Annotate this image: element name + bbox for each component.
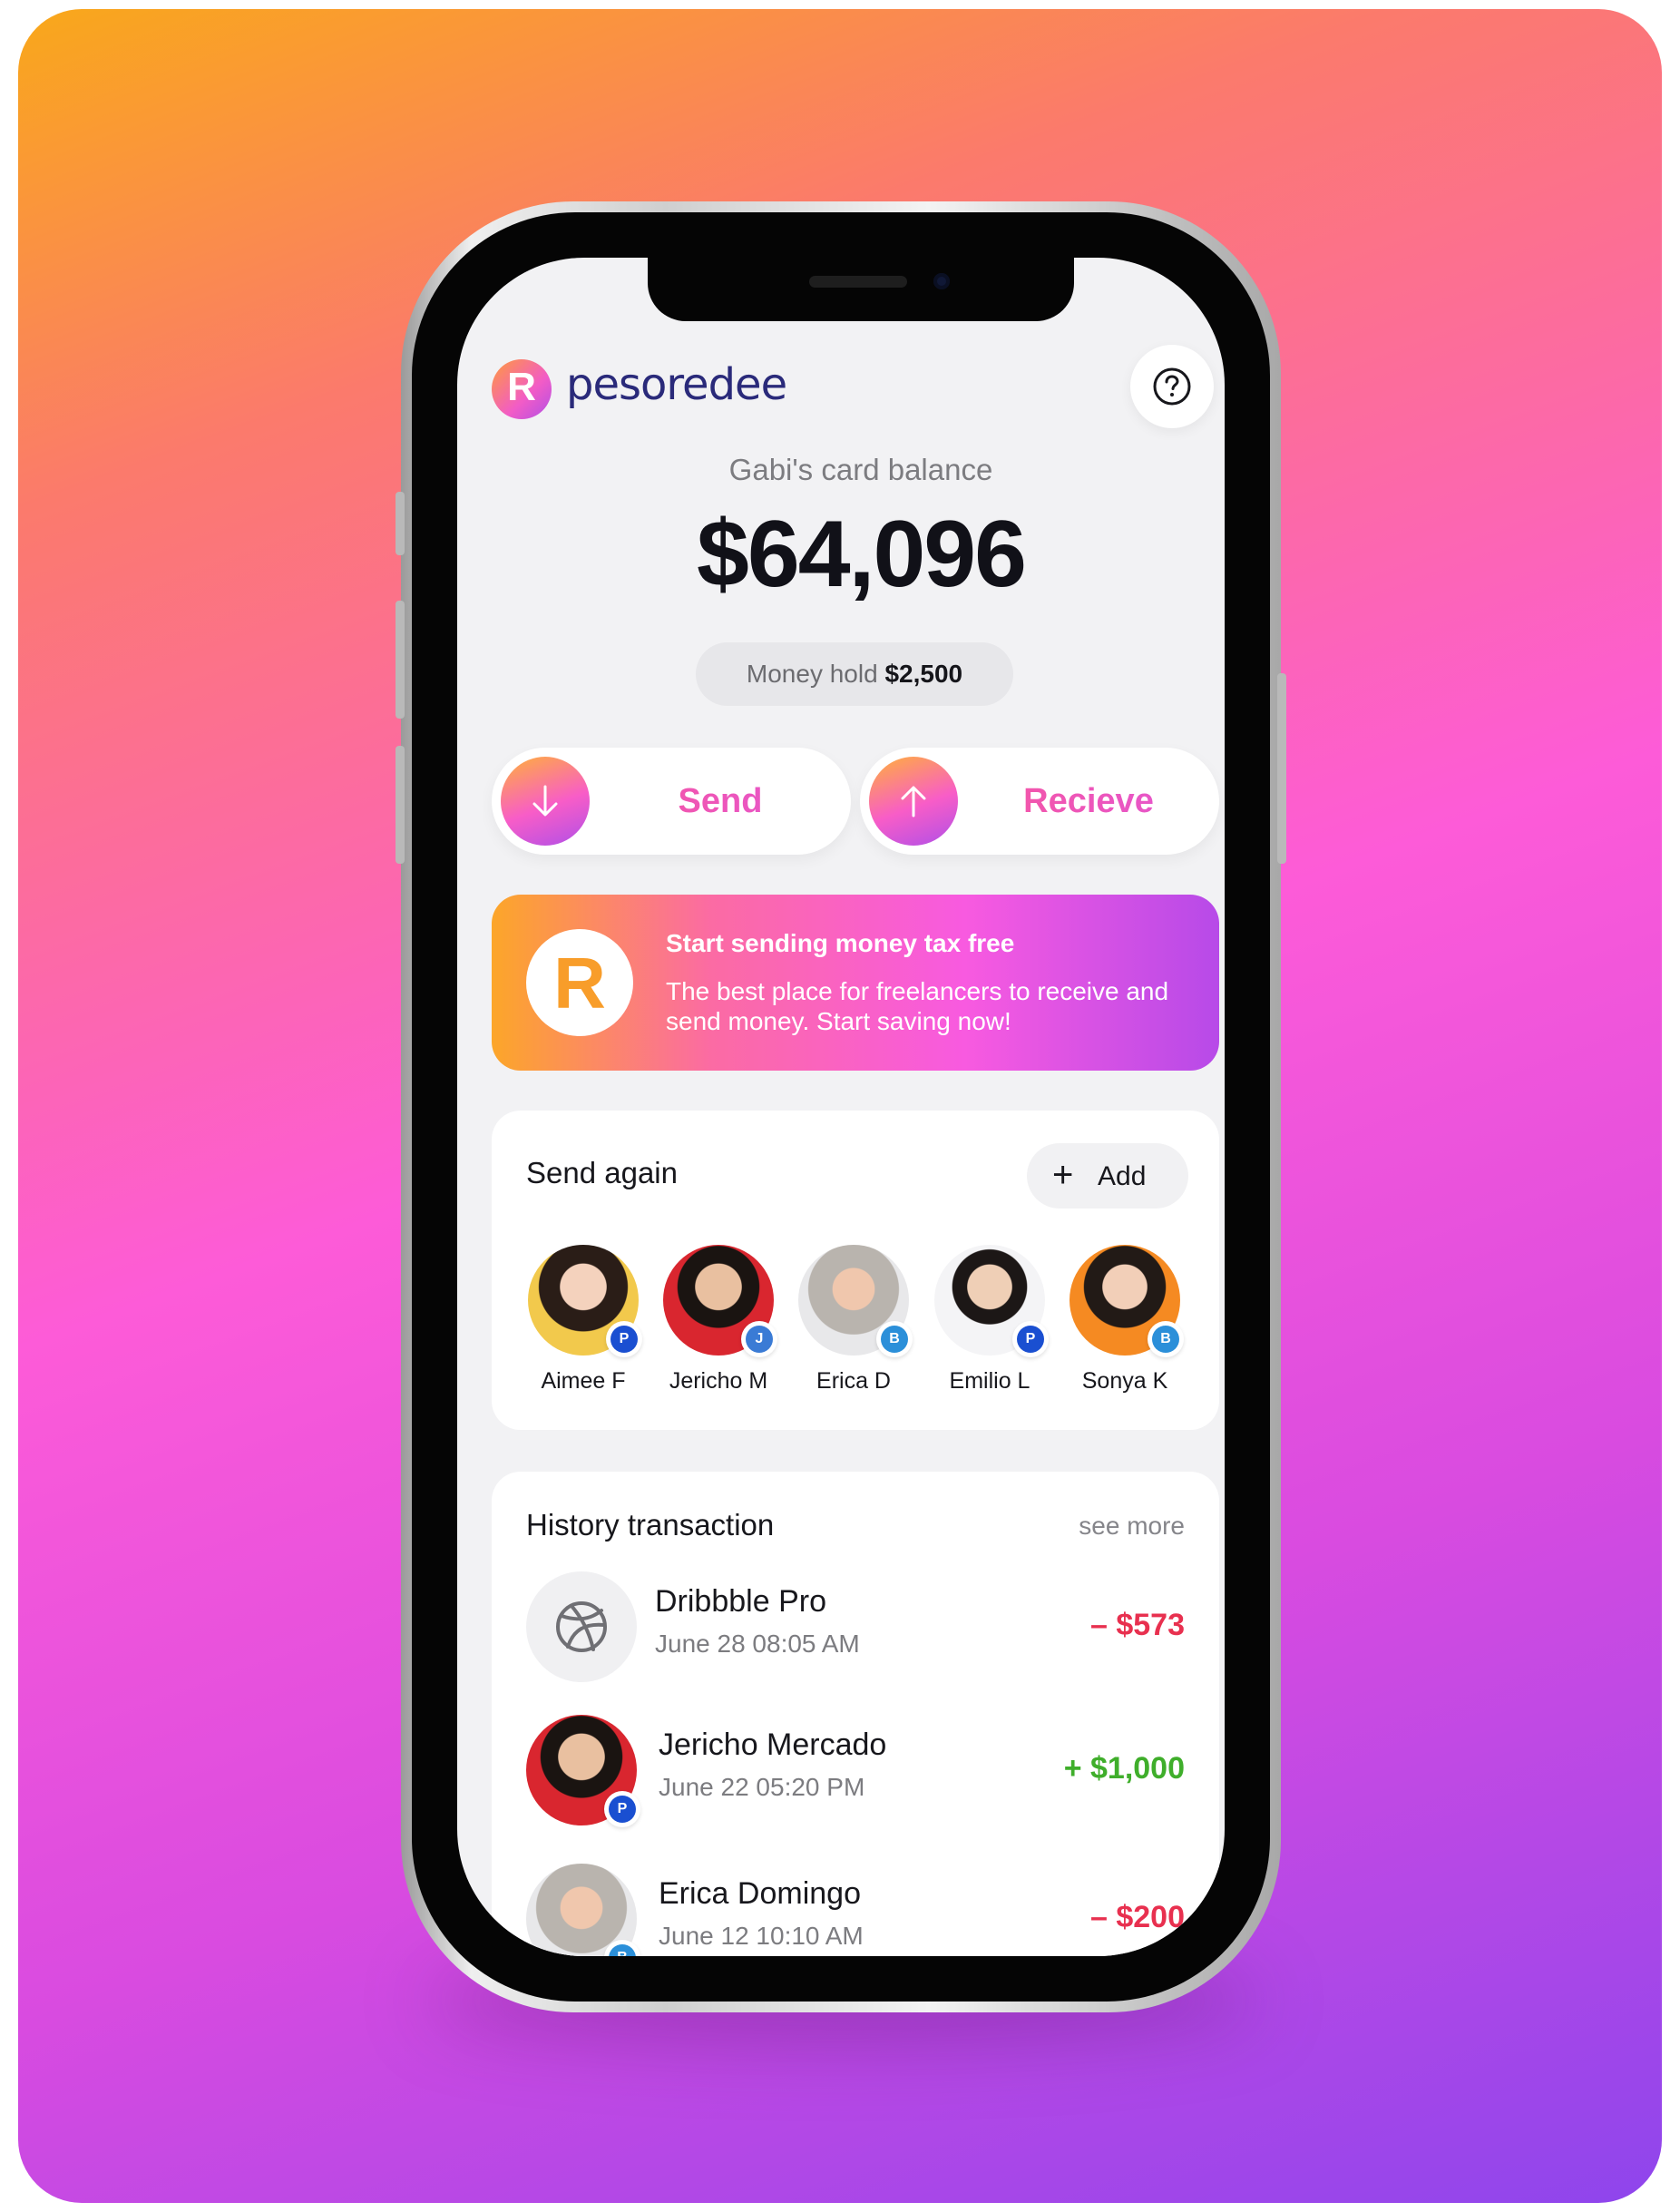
bank-icon: B (1148, 1321, 1184, 1357)
question-circle-icon (1153, 367, 1191, 406)
brand-name: pesoredee (566, 359, 787, 410)
contact-name: Jericho M (669, 1368, 768, 1394)
power-button (1277, 673, 1286, 864)
transaction-date: June 22 05:20 PM (659, 1773, 865, 1801)
transaction-row[interactable]: P Jericho Mercado June 22 05:20 PM + $1,… (526, 1715, 1185, 1833)
see-more-link[interactable]: see more (1079, 1512, 1185, 1541)
transaction-title: Erica Domingo (659, 1876, 861, 1911)
avatar: B (798, 1245, 913, 1357)
money-hold-pill: Money hold $2,500 (696, 642, 1013, 706)
avatar: P (934, 1245, 1049, 1357)
history-title: History transaction (526, 1508, 775, 1542)
send-circle (501, 757, 590, 846)
send-label: Send (590, 748, 851, 855)
dribbble-icon (526, 1571, 637, 1682)
contact-name: Aimee F (541, 1368, 626, 1394)
transaction-row[interactable]: B Erica Domingo June 12 10:10 AM – $200 (526, 1864, 1185, 1956)
contact-sonya[interactable]: B Sonya K (1057, 1245, 1193, 1395)
send-button[interactable]: Send (492, 748, 851, 855)
volume-up-button (396, 601, 405, 719)
transaction-date: June 28 08:05 AM (655, 1630, 860, 1658)
volume-down-button (396, 746, 405, 864)
paypal-icon: P (606, 1321, 642, 1357)
help-button[interactable] (1130, 345, 1214, 428)
receive-button[interactable]: Recieve (860, 748, 1219, 855)
transaction-amount: – $573 (1090, 1608, 1185, 1642)
transaction-title: Jericho Mercado (659, 1728, 887, 1762)
receive-label: Recieve (958, 748, 1219, 855)
arrow-down-icon (532, 785, 558, 817)
receive-circle (869, 757, 958, 846)
send-again-title: Send again (526, 1156, 678, 1189)
contact-aimee[interactable]: P Aimee F (515, 1245, 651, 1395)
mute-switch (396, 492, 405, 555)
avatar: B (526, 1864, 640, 1956)
transaction-amount: + $1,000 (1063, 1751, 1185, 1786)
transaction-amount: – $200 (1090, 1900, 1185, 1934)
brand-logo-icon: R (492, 359, 552, 419)
balance-amount: $64,096 (697, 502, 1027, 607)
transaction-title: Dribbble Pro (655, 1584, 826, 1619)
speaker-grille (809, 276, 907, 288)
arrow-up-icon (901, 786, 926, 817)
money-hold-amount: $2,500 (884, 660, 963, 688)
money-hold-label: Money hold (746, 660, 878, 688)
avatar: P (526, 1715, 640, 1827)
add-label: Add (1098, 1161, 1147, 1191)
phone-frame: R pesoredee Gabi's card balance $64,096 … (396, 201, 1286, 2012)
avatar: P (528, 1245, 642, 1357)
balance-label: Gabi's card balance (728, 453, 993, 486)
bank-icon: B (876, 1321, 913, 1357)
transaction-date: June 12 10:10 AM (659, 1922, 864, 1950)
plus-icon: + (1052, 1155, 1074, 1195)
promo-description: The best place for freelancers to receiv… (666, 977, 1169, 1035)
transaction-row[interactable]: Dribbble Pro June 28 08:05 AM – $573 (526, 1571, 1185, 1689)
history-card: History transaction see more Dribbble Pr… (492, 1472, 1219, 1956)
bank-icon: B (604, 1940, 640, 1956)
phone-bezel: R pesoredee Gabi's card balance $64,096 … (412, 212, 1270, 2002)
send-again-card: Send again + Add P Aimee F J Jericho M B… (492, 1111, 1219, 1430)
add-contact-button[interactable]: + Add (1027, 1143, 1188, 1209)
front-camera (933, 273, 950, 289)
app-screen: R pesoredee Gabi's card balance $64,096 … (457, 258, 1225, 1956)
contact-name: Sonya K (1081, 1368, 1168, 1394)
paypal-icon: P (1012, 1321, 1049, 1357)
paypal-icon: P (604, 1791, 640, 1827)
avatar: J (663, 1245, 777, 1357)
contact-name: Emilio L (949, 1368, 1030, 1394)
contact-jericho[interactable]: J Jericho M (650, 1245, 786, 1395)
avatar: B (1070, 1245, 1184, 1357)
contact-emilio[interactable]: P Emilio L (922, 1245, 1058, 1395)
contact-erica[interactable]: B Erica D (786, 1245, 922, 1395)
notch (648, 258, 1074, 321)
promo-banner[interactable]: R Start sending money tax free The best … (492, 895, 1219, 1071)
promo-logo-icon: R (526, 929, 633, 1036)
contact-name: Erica D (816, 1368, 891, 1394)
jcb-card-icon: J (741, 1321, 777, 1357)
promo-title: Start sending money tax free (666, 929, 1015, 957)
